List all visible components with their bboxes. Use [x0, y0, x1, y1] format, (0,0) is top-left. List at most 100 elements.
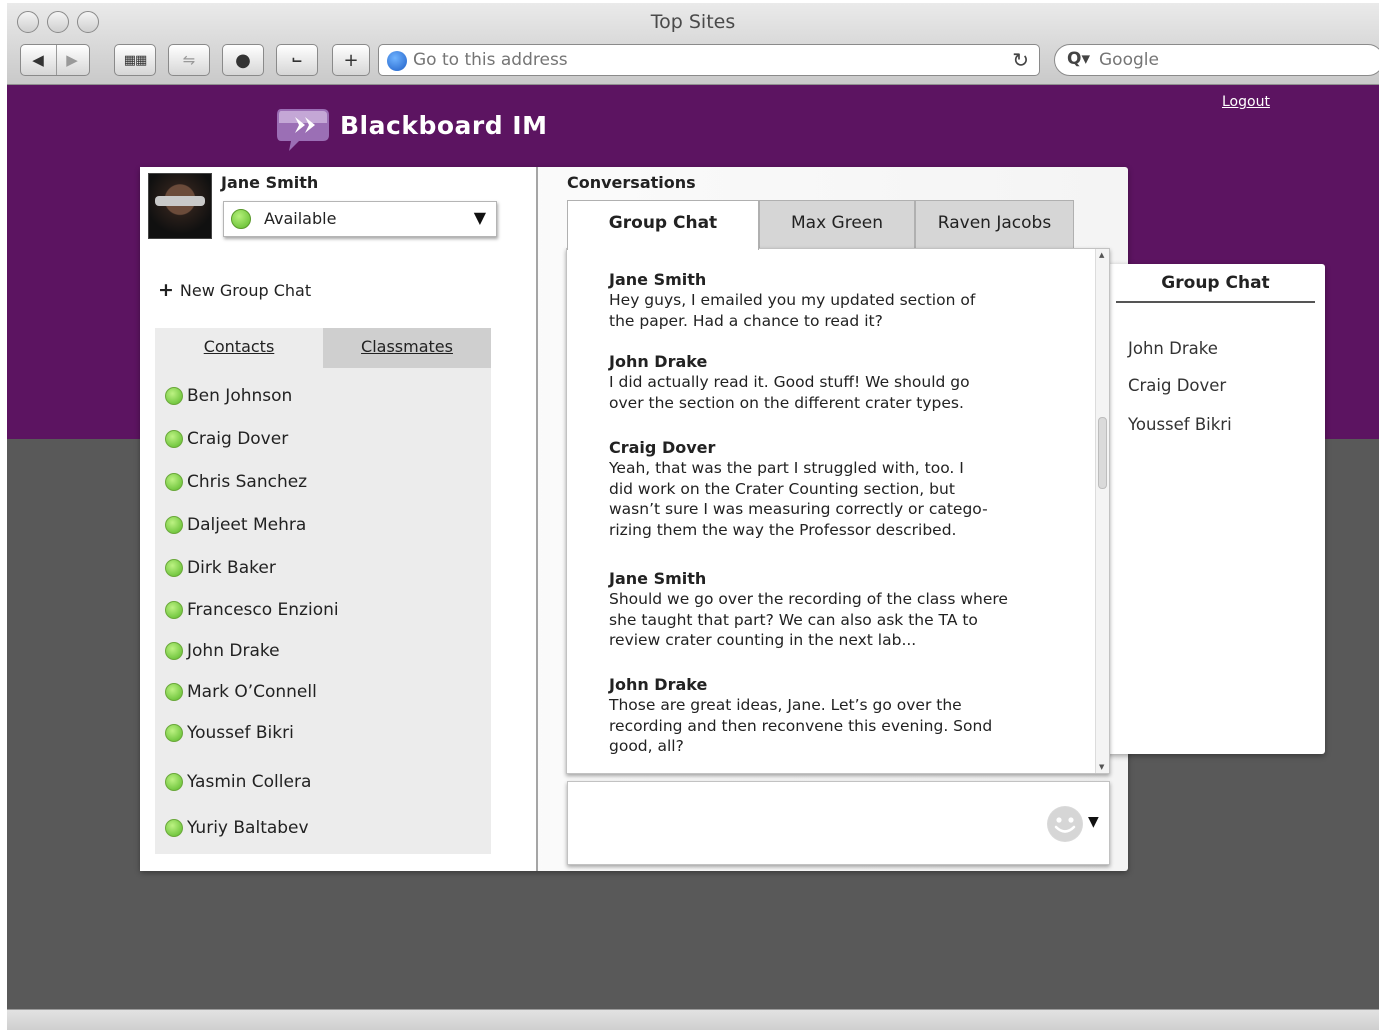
scroll-down-arrow-icon[interactable]: ▼: [1099, 763, 1104, 771]
group-chat-members-panel: Group Chat John Drake Craig Dover Yousse…: [1106, 264, 1325, 754]
avatar-visor: [155, 196, 205, 206]
message-author: Jane Smith: [609, 569, 707, 588]
online-status-icon: [165, 601, 183, 619]
online-status-icon: [165, 642, 183, 660]
online-status-icon: [165, 473, 183, 491]
message-line: rizing them the way the Professor descri…: [609, 521, 957, 540]
tab-contacts[interactable]: Contacts: [155, 328, 323, 368]
window-title: Top Sites: [650, 11, 736, 33]
contact-item[interactable]: Chris Sanchez: [165, 470, 307, 494]
status-dropdown[interactable]: Available ▼: [223, 201, 497, 237]
contact-item[interactable]: Craig Dover: [165, 427, 288, 451]
chat-message: John Drake I did actually read it. Good …: [609, 352, 1069, 413]
back-forward-buttons: ◀ ▶: [20, 44, 90, 76]
contact-name: Mark O’Connell: [187, 682, 317, 702]
grid-icon: ▦▦: [123, 52, 148, 68]
contact-item[interactable]: Youssef Bikri: [165, 721, 294, 745]
chat-message: Jane Smith Hey guys, I emailed you my up…: [609, 270, 1069, 331]
contact-name: Yuriy Baltabev: [187, 818, 309, 838]
chat-message: Craig Dover Yeah, that was the part I st…: [609, 438, 1069, 541]
online-status-icon: [165, 516, 183, 534]
history-icon: ⇋: [182, 51, 196, 69]
message-line: the paper. Had a chance to read it?: [609, 311, 883, 330]
chat-message: Jane Smith Should we go over the recordi…: [609, 569, 1069, 651]
compose-area: ▼: [567, 781, 1110, 865]
conversations-heading: Conversations: [567, 173, 696, 192]
contact-name: Youssef Bikri: [187, 723, 294, 743]
message-scrollbar[interactable]: ▲ ▼: [1095, 249, 1109, 773]
contact-item[interactable]: Dirk Baker: [165, 556, 276, 580]
tab-group-chat[interactable]: Group Chat: [567, 200, 759, 250]
logout-link[interactable]: Logout: [1222, 94, 1270, 110]
plus-icon: +: [343, 49, 359, 71]
top-sites-button[interactable]: ▦▦: [114, 44, 156, 76]
contact-name: Dirk Baker: [187, 558, 276, 578]
contact-item[interactable]: Yasmin Collera: [165, 770, 311, 794]
group-member[interactable]: Craig Dover: [1128, 376, 1226, 395]
status-label: Available: [264, 209, 337, 228]
plus-icon: +: [158, 279, 174, 301]
online-status-icon: [165, 683, 183, 701]
evernote-button[interactable]: ●: [222, 44, 264, 76]
message-line: review crater counting in the next lab..…: [609, 631, 917, 650]
contact-item[interactable]: John Drake: [165, 639, 280, 663]
contact-name: Yasmin Collera: [187, 772, 312, 792]
search-icon[interactable]: Q▾: [1067, 49, 1090, 69]
chat-message: John Drake Those are great ideas, Jane. …: [609, 675, 1069, 757]
new-group-chat-button[interactable]: + New Group Chat: [158, 279, 311, 301]
message-line: Should we go over the recording of the c…: [609, 590, 1008, 608]
message-line: she taught that part? We can also ask th…: [609, 610, 978, 629]
message-line: over the section on the different crater…: [609, 393, 964, 412]
online-status-icon: [165, 387, 183, 405]
contact-name: John Drake: [187, 641, 280, 661]
back-arrow-icon[interactable]: ◀: [21, 51, 55, 69]
new-group-chat-label: New Group Chat: [179, 281, 312, 300]
contact-item[interactable]: Yuriy Baltabev: [165, 816, 309, 840]
message-line: good, all?: [609, 737, 684, 756]
scroll-up-arrow-icon[interactable]: ▲: [1099, 251, 1104, 259]
group-member[interactable]: Youssef Bikri: [1128, 415, 1232, 434]
smiley-icon[interactable]: [1047, 806, 1083, 842]
online-status-icon: [165, 724, 183, 742]
browser-status-bar: [7, 1009, 1379, 1030]
contact-name: Francesco Enzioni: [187, 600, 339, 620]
chevron-down-icon[interactable]: ▼: [1088, 814, 1099, 830]
globe-icon: [387, 51, 407, 71]
tab-classmates[interactable]: Classmates: [323, 328, 491, 368]
search-input[interactable]: [1099, 50, 1369, 70]
forward-arrow-icon[interactable]: ▶: [55, 51, 89, 69]
message-author: John Drake: [609, 675, 708, 694]
scrollbar-thumb[interactable]: [1098, 417, 1107, 489]
message-line: Hey guys, I emailed you my updated secti…: [609, 291, 976, 309]
bookmark-button[interactable]: ⌙: [276, 44, 318, 76]
avatar: [148, 173, 212, 239]
elephant-icon: ●: [235, 49, 251, 71]
message-input[interactable]: [574, 788, 1034, 858]
tab-max-green[interactable]: Max Green: [759, 200, 915, 248]
message-line: recording and then reconvene this evenin…: [609, 716, 993, 735]
contact-item[interactable]: Francesco Enzioni: [165, 598, 339, 622]
contact-item[interactable]: Ben Johnson: [165, 384, 292, 408]
user-name: Jane Smith: [221, 173, 319, 192]
contact-item[interactable]: Mark O’Connell: [165, 680, 317, 704]
group-member[interactable]: John Drake: [1128, 339, 1218, 358]
online-status-icon: [165, 773, 183, 791]
browser-toolbar: Top Sites ◀ ▶ ▦▦ ⇋ ● ⌙ + ↻ Q▾: [7, 3, 1379, 85]
contact-item[interactable]: Daljeet Mehra: [165, 513, 306, 537]
main-panel: Jane Smith Available ▼ + New Group Chat C…: [140, 167, 1128, 871]
reload-icon[interactable]: ↻: [1012, 48, 1029, 72]
message-thread[interactable]: Jane Smith Hey guys, I emailed you my up…: [566, 248, 1110, 774]
add-bookmark-button[interactable]: +: [332, 44, 370, 76]
status-indicator-icon: [231, 209, 251, 229]
message-author: Craig Dover: [609, 438, 716, 457]
address-input[interactable]: [413, 50, 993, 70]
message-line: I did actually read it. Good stuff! We s…: [609, 373, 970, 391]
message-line: wasn’t sure I was measuring correctly or…: [609, 500, 988, 519]
search-bar: Q▾: [1054, 44, 1379, 76]
blackboard-logo-icon: [277, 109, 329, 151]
tab-raven-jacobs[interactable]: Raven Jacobs: [915, 200, 1074, 248]
message-line: Those are great ideas, Jane. Let’s go ov…: [609, 696, 962, 714]
message-line: Yeah, that was the part I struggled with…: [609, 459, 964, 477]
online-status-icon: [165, 430, 183, 448]
history-button[interactable]: ⇋: [168, 44, 210, 76]
